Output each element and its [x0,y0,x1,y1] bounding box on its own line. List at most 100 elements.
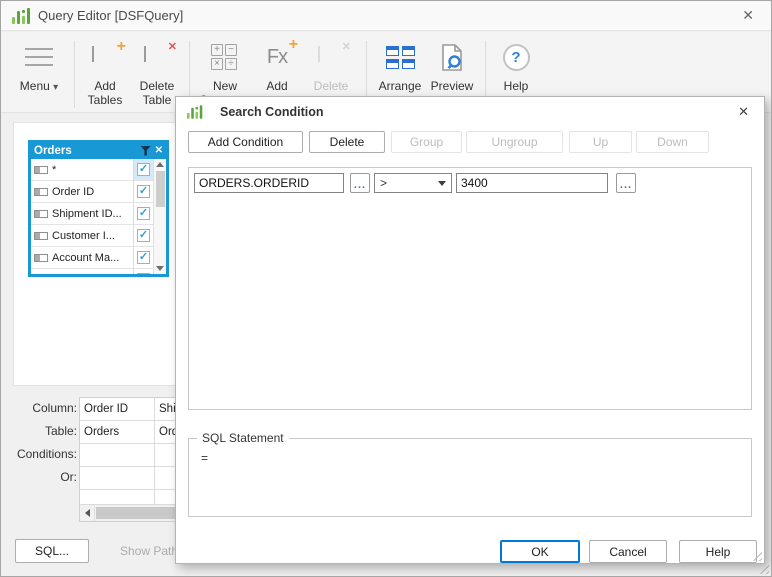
window-close-icon[interactable]: ✕ [736,5,760,26]
grid-cell[interactable]: Orders [80,421,155,443]
column-row[interactable]: Account Ma... ✓ [31,247,153,269]
add-table-icon: + [92,38,126,68]
orders-panel-title: Orders [34,144,72,157]
column-checkbox[interactable]: ✓ [133,159,153,180]
grid-row-extra [80,490,178,505]
grid-row-column: Order ID Ship [80,398,178,421]
grid-cell[interactable] [80,444,155,466]
conditions-list-panel: ... > ... [188,167,752,410]
operator-value: > [380,176,388,190]
condition-field-input[interactable] [194,173,344,193]
grid-cell[interactable] [80,490,155,504]
column-row[interactable]: Customer I... ✓ [31,225,153,247]
condition-row: ... > ... [194,173,751,193]
scroll-left-icon[interactable] [80,505,95,521]
row-label-or: Or: [60,470,77,484]
help-question-icon: ? [502,43,530,71]
scroll-down-icon[interactable] [156,266,164,271]
dialog-title-bar: Search Condition ✕ [176,97,764,126]
column-row[interactable]: * ✓ [31,159,153,181]
title-bar: Query Editor [DSFQuery] ✕ [1,1,771,31]
toolbar-separator [74,41,75,108]
delete-table-icon: ✕ [144,41,177,68]
arrange-label: Arrange [378,79,422,93]
criteria-grid: Order ID Ship Orders Ord [79,397,179,522]
delete-formula-button[interactable]: ✕ Delete [303,39,359,94]
ungroup-button[interactable]: Ungroup [466,131,563,153]
search-condition-dialog: Search Condition ✕ Add Condition Delete … [175,96,765,564]
grid-cell[interactable] [80,467,155,489]
arrange-button[interactable]: Arrange [374,39,426,93]
query-editor-window: Query Editor [DSFQuery] ✕ Menu ▾ + Add Ta… [0,0,772,577]
condition-value-input[interactable] [456,173,608,193]
preview-button[interactable]: Preview [426,39,478,93]
menu-caret-icon: ▾ [53,82,59,93]
delete-condition-button[interactable]: Delete [309,131,385,153]
menu-label: Menu [19,79,50,93]
value-browse-button[interactable]: ... [616,173,636,193]
column-label: Order ID [52,185,95,198]
column-row[interactable]: Order ID ✓ [31,181,153,203]
orders-panel-close-icon[interactable]: ✕ [155,146,163,156]
scrollbar-thumb[interactable] [96,507,177,519]
grid-cell[interactable]: Order ID [80,398,155,420]
dialog-button-row: Add Condition Delete Group Ungroup Up Do… [176,126,764,153]
orders-scrollbar[interactable] [153,159,166,274]
dialog-help-button[interactable]: Help [679,540,757,563]
add-condition-button[interactable]: Add Condition [188,131,303,153]
add-tables-button[interactable]: + Add Tables [82,38,128,108]
column-checkbox[interactable]: ✓ [133,225,153,246]
dropdown-arrow-icon [438,180,446,186]
preview-label: Preview [430,79,474,93]
delete-formula-label: Delete [313,79,349,93]
grid-hscrollbar[interactable] [80,505,178,521]
column-checkbox[interactable]: ✓ [133,181,153,202]
orders-panel-header[interactable]: Orders ✕ [31,143,166,159]
dialog-title: Search Condition [220,104,324,119]
formula-fx-icon: Fx + [266,35,298,68]
column-checkbox[interactable]: ✓ [133,203,153,224]
column-label: * [52,163,57,176]
arrange-tiles-icon [385,45,415,69]
menu-button[interactable]: Menu ▾ [11,39,67,95]
window-title: Query Editor [DSFQuery] [38,8,184,23]
new-label1: New [212,79,237,93]
operator-select[interactable]: > [374,173,452,193]
add-formula-button[interactable]: Fx + Add [251,35,303,94]
delete-formula-icon: ✕ [318,41,351,68]
criteria-row-labels: Column: Table: Conditions: Or: [5,397,77,489]
help-button[interactable]: ? Help [493,39,539,93]
delete-table-label2: Table [142,93,172,107]
add-tables-label1: Add [94,79,116,93]
ok-button[interactable]: OK [500,540,580,563]
scrollbar-thumb[interactable] [155,171,165,207]
column-checkbox[interactable]: ✓ [133,269,153,274]
calculator-icon: + − × ÷ [211,44,237,70]
row-label-conditions: Conditions: [16,447,77,461]
down-button[interactable]: Down [636,131,709,153]
delete-table-label1: Delete [139,79,175,93]
grid-row-conditions [80,444,178,467]
column-icon [34,231,48,240]
column-checkbox[interactable]: ✓ [133,247,153,268]
column-icon [34,165,48,174]
preview-document-icon [442,43,462,71]
up-button[interactable]: Up [569,131,632,153]
sql-statement-group: SQL Statement = [188,431,752,517]
column-label: Shipment ID... [52,207,122,220]
cancel-button[interactable]: Cancel [589,540,667,563]
dialog-close-icon[interactable]: ✕ [734,102,753,122]
column-row[interactable]: Order Dat... ✓ [31,269,153,274]
help-label: Help [503,79,529,93]
sql-button[interactable]: SQL... [15,539,89,563]
column-label: Order Dat... [52,274,129,275]
scroll-up-icon[interactable] [156,162,164,167]
field-browse-button[interactable]: ... [350,173,370,193]
row-label-column: Column: [32,401,77,415]
column-icon [34,187,48,196]
group-button[interactable]: Group [391,131,462,153]
grid-row-or [80,467,178,490]
filter-icon[interactable] [140,146,151,156]
column-row[interactable]: Shipment ID... ✓ [31,203,153,225]
menu-icon [25,48,53,66]
